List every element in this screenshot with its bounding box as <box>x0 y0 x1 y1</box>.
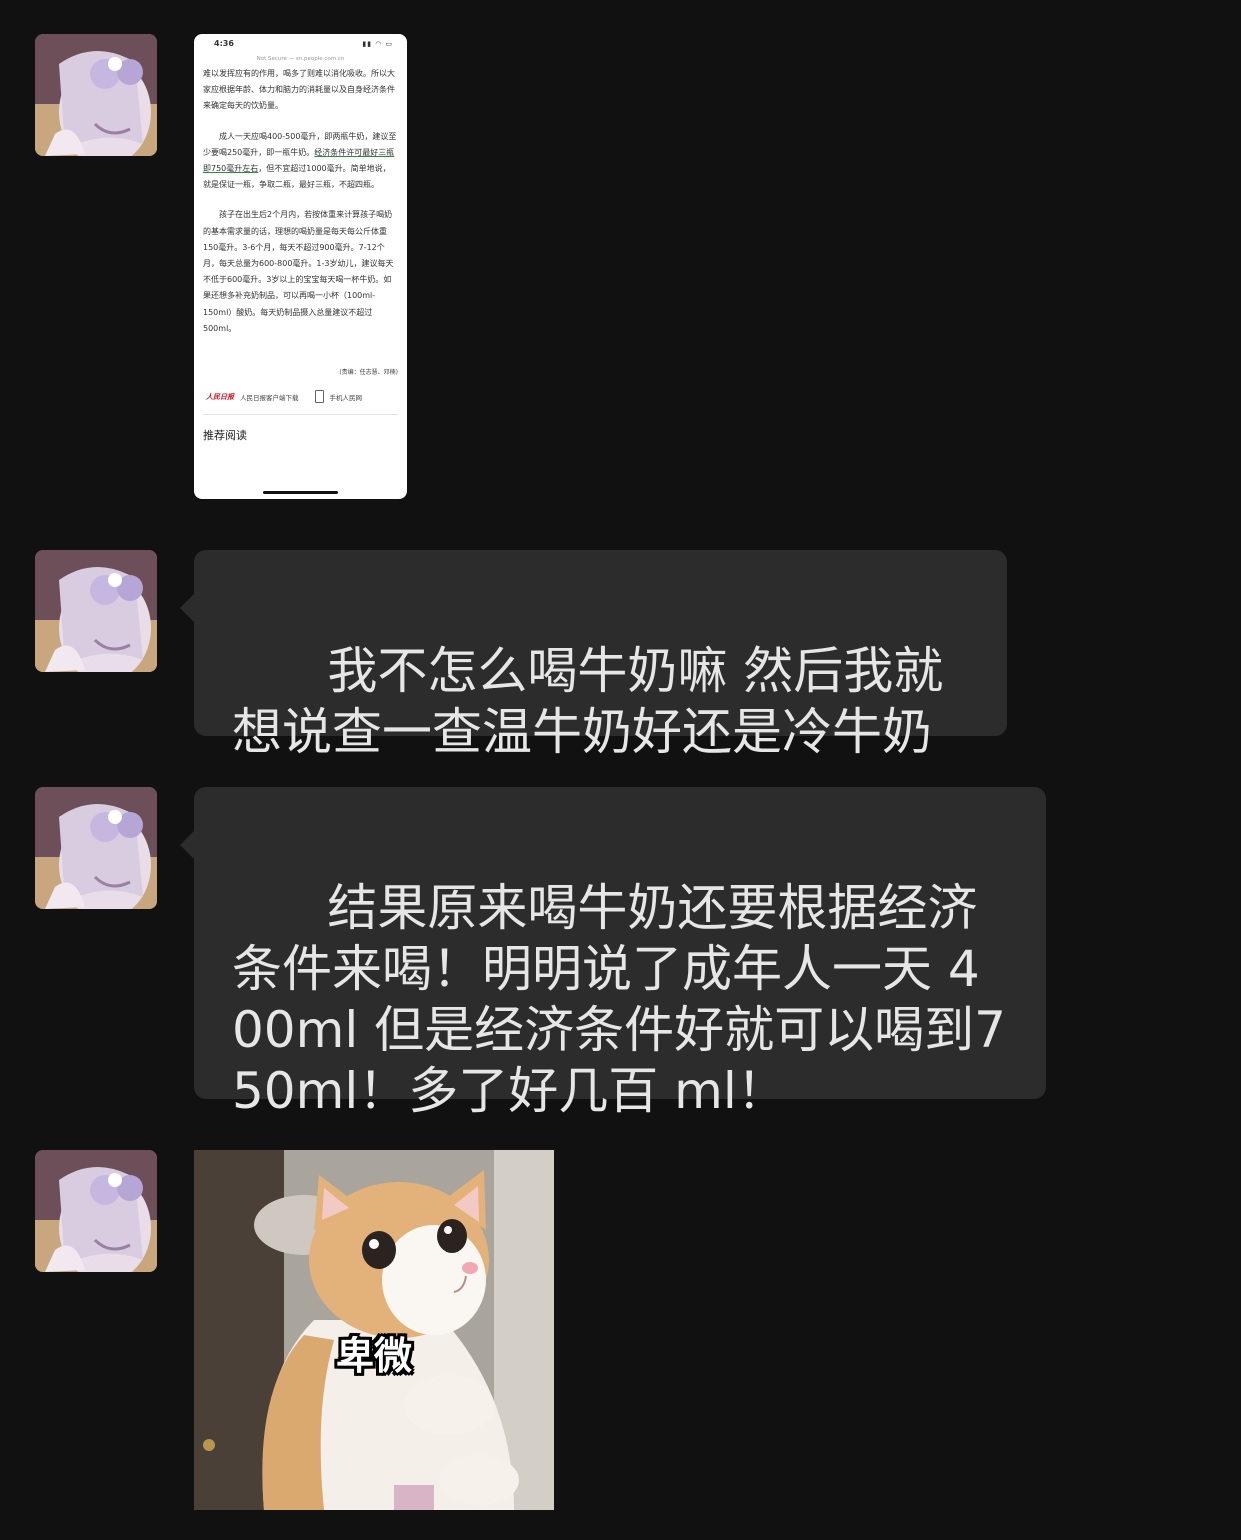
sticker-caption: 卑微 <box>335 1334 412 1378</box>
article-paragraph: 成人一天应喝400-500毫升，即两瓶牛奶，建议至少要喝250毫升，即一瓶牛奶。… <box>194 129 407 194</box>
app-download-link: 人民日报客户端下载 <box>240 393 299 402</box>
app-links: 人民日报 人民日报客户端下载 手机人民网 <box>194 390 407 404</box>
cat-sticker-icon[interactable]: 卑微 <box>194 1150 554 1510</box>
avatar-art <box>35 1150 157 1272</box>
article-paragraph: 难以发挥应有的作用，喝多了则难以消化吸收。所以大家应根据年龄、体力和脑力的消耗量… <box>203 69 395 111</box>
message-text: 结果原来喝牛奶还要根据经济条件来喝！明明说了成年人一天 400ml 但是经济条件… <box>232 879 1006 1120</box>
message-bubble[interactable]: 结果原来喝牛奶还要根据经济条件来喝！明明说了成年人一天 400ml 但是经济条件… <box>180 787 1046 1120</box>
chat-window: 4:36 ▮▮ ◠ ▭ Not Secure — sn.people.com.c… <box>0 0 1241 1540</box>
article-screenshot-image[interactable]: 4:36 ▮▮ ◠ ▭ Not Secure — sn.people.com.c… <box>194 34 407 499</box>
anime-girl-avatar-icon[interactable] <box>35 1150 157 1272</box>
avatar-art <box>35 550 157 672</box>
anime-girl-avatar-icon[interactable] <box>35 787 157 909</box>
message-bubble[interactable]: 我不怎么喝牛奶嘛 然后我就想说查一查温牛奶好还是冷牛奶 <box>180 550 1007 761</box>
status-time: 4:36 <box>214 39 234 48</box>
signal-wifi-battery-icon: ▮▮ ◠ ▭ <box>362 40 393 48</box>
people-daily-logo: 人民日报 <box>206 392 234 401</box>
phone-icon <box>314 390 324 404</box>
article-paragraph: 孩子在出生后2个月内，若按体重来计算孩子喝奶的基本需求量的话，理想的喝奶量是每天… <box>203 210 394 333</box>
anime-girl-avatar-icon[interactable] <box>35 34 157 156</box>
home-indicator <box>263 491 338 494</box>
avatar-art <box>35 34 157 156</box>
avatar-art <box>35 787 157 909</box>
phone-status-bar: 4:36 ▮▮ ◠ ▭ <box>194 34 407 56</box>
url-bar: Not Secure — sn.people.com.cn <box>256 56 345 62</box>
anime-girl-avatar-icon[interactable] <box>35 550 157 672</box>
editor-credit: (责编：任志慧、邓楠) <box>339 369 398 377</box>
mobile-site-link: 手机人民网 <box>329 393 363 402</box>
message-text: 我不怎么喝牛奶嘛 然后我就想说查一查温牛奶好还是冷牛奶 <box>232 642 944 761</box>
recommended-reading: 推荐阅读 <box>203 429 247 443</box>
